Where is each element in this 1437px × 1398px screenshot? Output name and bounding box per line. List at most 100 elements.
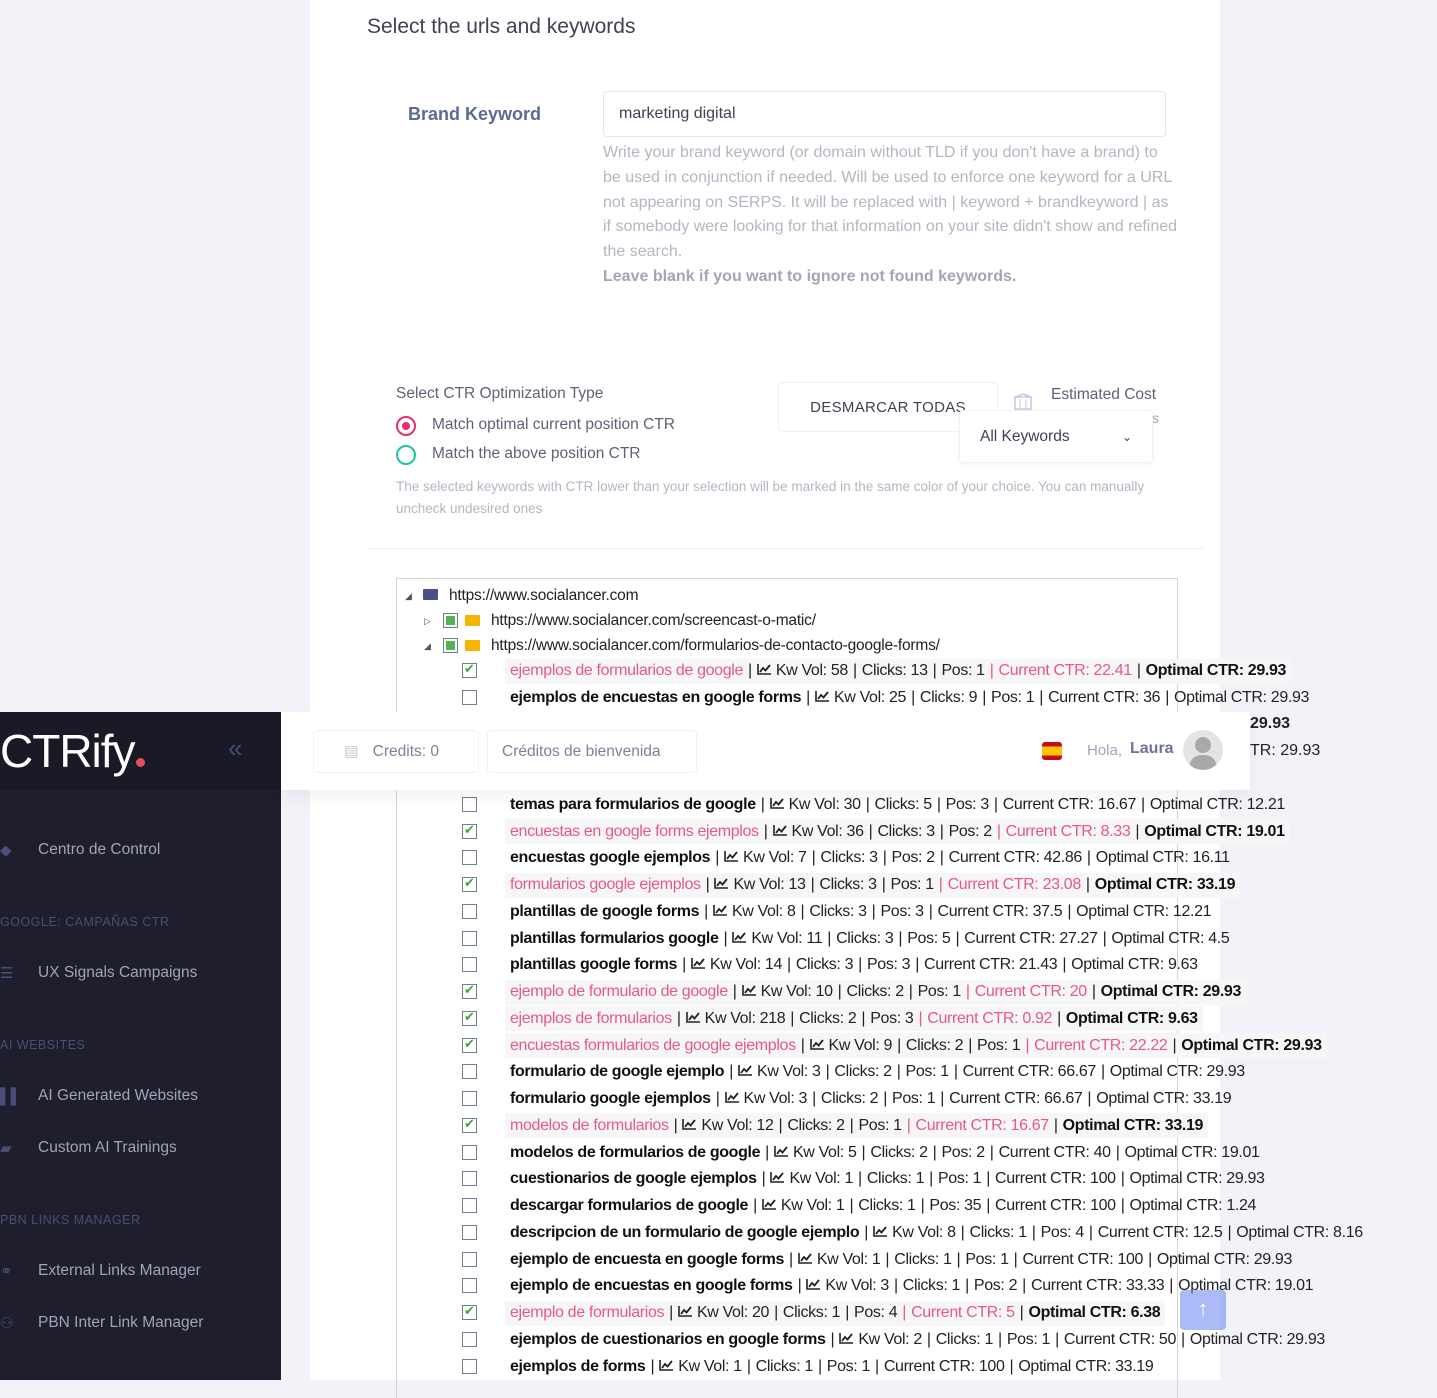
optimal-ctr: Optimal CTR: 6.38 bbox=[1028, 1304, 1161, 1321]
radio-label-optimal-current[interactable]: Match optimal current position CTR bbox=[432, 416, 675, 434]
keyword-checkbox[interactable] bbox=[462, 875, 477, 892]
sidebar-item-pbn-inter-link-manager[interactable]: ⚇ PBN Inter Link Manager bbox=[0, 1313, 281, 1333]
radio-above-position[interactable] bbox=[396, 445, 416, 465]
welcome-credits-button[interactable]: Créditos de bienvenida bbox=[487, 730, 697, 773]
kw-vol: Kw Vol: 218 bbox=[704, 1009, 786, 1027]
keyword-checkbox[interactable] bbox=[462, 661, 477, 678]
user-name[interactable]: Laura bbox=[1130, 740, 1174, 758]
separator: | bbox=[936, 795, 941, 813]
keyword-checkbox[interactable] bbox=[462, 850, 477, 866]
keyword-checkbox[interactable] bbox=[462, 982, 477, 999]
clicks: Clicks: 3 bbox=[836, 929, 894, 947]
sidebar-item-centro-de-control[interactable]: ◆ Centro de Control bbox=[0, 840, 281, 860]
keyword-checkbox[interactable] bbox=[462, 1331, 477, 1347]
sidebar-item-custom-ai-trainings[interactable]: ▰ Custom AI Trainings bbox=[0, 1138, 281, 1158]
keyword-row[interactable]: ejemplo de formulario de google | Kw Vol: … bbox=[505, 979, 1247, 1005]
chart-line-icon bbox=[770, 1170, 785, 1188]
sidebar-section-label: GOOGLE: CAMPAÑAS CTR bbox=[0, 915, 170, 929]
tree-child-url[interactable]: https://www.socialancer.com/screencast-o… bbox=[491, 612, 816, 630]
keyword-row[interactable]: encuestas google ejemplos | Kw Vol: 7 | Clic… bbox=[505, 846, 1235, 871]
separator: | bbox=[893, 1277, 898, 1295]
sidebar-item-ux-signals-campaigns[interactable]: ☰ UX Signals Campaigns bbox=[0, 963, 281, 983]
radio-label-above-position[interactable]: Match the above position CTR bbox=[432, 445, 641, 463]
keyword-row[interactable]: temas para formularios de google | Kw Vol:… bbox=[505, 792, 1290, 817]
keyword-row[interactable]: encuestas formularios de google ejemplos… bbox=[505, 1033, 1327, 1058]
keyword-checkbox[interactable] bbox=[462, 1224, 477, 1240]
expanded-triangle-icon[interactable]: ◢ bbox=[424, 641, 431, 652]
separator: | bbox=[868, 822, 873, 840]
keyword-row[interactable]: formulario de google ejemplo | Kw Vol: 3 | C… bbox=[505, 1060, 1250, 1085]
keyword-checkbox[interactable] bbox=[462, 1278, 477, 1294]
sidebar-item-external-links-manager[interactable]: ⚭ External Links Manager bbox=[0, 1261, 281, 1281]
separator: | bbox=[915, 956, 920, 974]
keyword-row[interactable]: formulario google ejemplos | Kw Vol: 3 | Cli… bbox=[505, 1087, 1236, 1112]
keyword-row[interactable]: descargar formularios de google | Kw Vol: … bbox=[505, 1194, 1261, 1219]
avatar[interactable] bbox=[1183, 730, 1223, 770]
keyword-row[interactable]: ejemplos de formularios de google | Kw Vol… bbox=[505, 658, 1292, 684]
keyword-checkbox[interactable] bbox=[462, 1036, 477, 1053]
collapse-sidebar-icon[interactable]: « bbox=[228, 733, 242, 764]
keyword-row[interactable]: modelos de formularios | Kw Vol: 12 | Clicks… bbox=[505, 1113, 1209, 1139]
keyword-checkbox[interactable] bbox=[462, 1251, 477, 1267]
clicks: Clicks: 3 bbox=[795, 956, 854, 974]
keyword-checkbox[interactable] bbox=[462, 1091, 477, 1106]
separator: | bbox=[939, 822, 944, 840]
keyword-checkbox[interactable] bbox=[462, 1064, 477, 1080]
keyword-checkbox[interactable] bbox=[462, 1358, 477, 1374]
chart-line-icon bbox=[798, 1251, 813, 1269]
keyword-row[interactable]: formularios google ejemplos | Kw Vol: 13 | C… bbox=[505, 872, 1241, 898]
help-text-bold: Leave blank if you want to ignore not fo… bbox=[603, 267, 1017, 285]
separator: | bbox=[881, 876, 886, 893]
logo[interactable]: CTRify bbox=[0, 724, 145, 778]
keyword-checkbox[interactable] bbox=[462, 822, 477, 839]
keyword-checkbox[interactable] bbox=[462, 1144, 477, 1160]
chart-line-icon bbox=[682, 1117, 697, 1135]
keyword-row[interactable]: ejemplo de encuesta en google forms | Kw V… bbox=[505, 1247, 1297, 1272]
keyword-row[interactable]: plantillas formularios google | Kw Vol: 11… bbox=[505, 926, 1234, 951]
keyword-checkbox[interactable] bbox=[462, 957, 477, 973]
url-checkbox[interactable] bbox=[443, 613, 458, 628]
keyword-row[interactable]: encuestas en google forms ejemplos | Kw Vo… bbox=[505, 819, 1290, 844]
sidebar-item-ai-generated-websites[interactable]: ▌▌ AI Generated Websites bbox=[0, 1086, 281, 1106]
keyword-row[interactable]: cuestionarios de google ejemplos | Kw Vol:… bbox=[505, 1167, 1270, 1192]
keyword-checkbox[interactable] bbox=[462, 930, 477, 946]
spain-flag-icon[interactable] bbox=[1042, 742, 1062, 760]
keyword-row[interactable]: ejemplo de formularios | Kw Vol: 20 | Clicks… bbox=[505, 1300, 1166, 1326]
separator: | bbox=[968, 1036, 973, 1054]
kw-vol: Kw Vol: 36 bbox=[791, 822, 864, 840]
keyword-checkbox[interactable] bbox=[462, 1303, 477, 1320]
keyword-filter-select[interactable]: All Keywords ⌄ bbox=[959, 410, 1153, 463]
keyword-row[interactable]: ejemplos de forms | Kw Vol: 1 | Clicks: 1 | Po… bbox=[505, 1354, 1158, 1379]
separator: | bbox=[1120, 1197, 1125, 1214]
separator: | bbox=[1067, 902, 1072, 920]
tree-root-url[interactable]: https://www.socialancer.com bbox=[449, 587, 638, 605]
keyword-row[interactable]: plantillas de google forms | Kw Vol: 8 | Cli… bbox=[505, 899, 1216, 924]
keyword-checkbox[interactable] bbox=[462, 903, 477, 919]
diamond-icon: ◆ bbox=[0, 842, 12, 859]
keyword-checkbox[interactable] bbox=[462, 689, 477, 705]
keyword-checkbox[interactable] bbox=[462, 1198, 477, 1213]
separator: | bbox=[1181, 1330, 1185, 1348]
credits-button[interactable]: ▤ Credits: 0 bbox=[313, 730, 479, 773]
keyword-checkbox[interactable] bbox=[462, 1009, 477, 1026]
keyword-row[interactable]: ejemplos de formularios | Kw Vol: 218 | Clic… bbox=[505, 1006, 1203, 1032]
keyword-row[interactable]: modelos de formularios de google | Kw Vol:… bbox=[505, 1140, 1265, 1165]
separator: | bbox=[732, 983, 737, 1000]
tree-child-url[interactable]: https://www.socialancer.com/formularios-… bbox=[491, 637, 940, 655]
keyword-row[interactable]: plantillas google forms | Kw Vol: 14 | Click… bbox=[505, 953, 1203, 978]
keyword-row[interactable]: ejemplos de cuestionarios en google form… bbox=[505, 1327, 1330, 1352]
position: Pos: 2 bbox=[973, 1277, 1018, 1295]
keyword-row[interactable]: ejemplos de encuestas en google forms | Kw… bbox=[505, 685, 1314, 710]
radio-optimal-current[interactable] bbox=[396, 416, 416, 436]
scroll-to-top-button[interactable]: ↑ bbox=[1180, 1290, 1226, 1330]
url-checkbox[interactable] bbox=[443, 638, 458, 653]
keyword-checkbox[interactable] bbox=[462, 796, 477, 812]
keyword-filter-value: All Keywords bbox=[980, 427, 1070, 445]
keyword-checkbox[interactable] bbox=[462, 1171, 477, 1187]
brand-keyword-input[interactable] bbox=[603, 91, 1166, 137]
keyword-row[interactable]: descripcion de un formulario de google e… bbox=[505, 1220, 1368, 1245]
expanded-triangle-icon[interactable]: ◢ bbox=[405, 591, 412, 602]
collapsed-triangle-icon[interactable]: ▷ bbox=[424, 616, 431, 627]
keyword-checkbox[interactable] bbox=[462, 1116, 477, 1133]
current-ctr: Current CTR: 8.33 bbox=[1005, 822, 1131, 840]
